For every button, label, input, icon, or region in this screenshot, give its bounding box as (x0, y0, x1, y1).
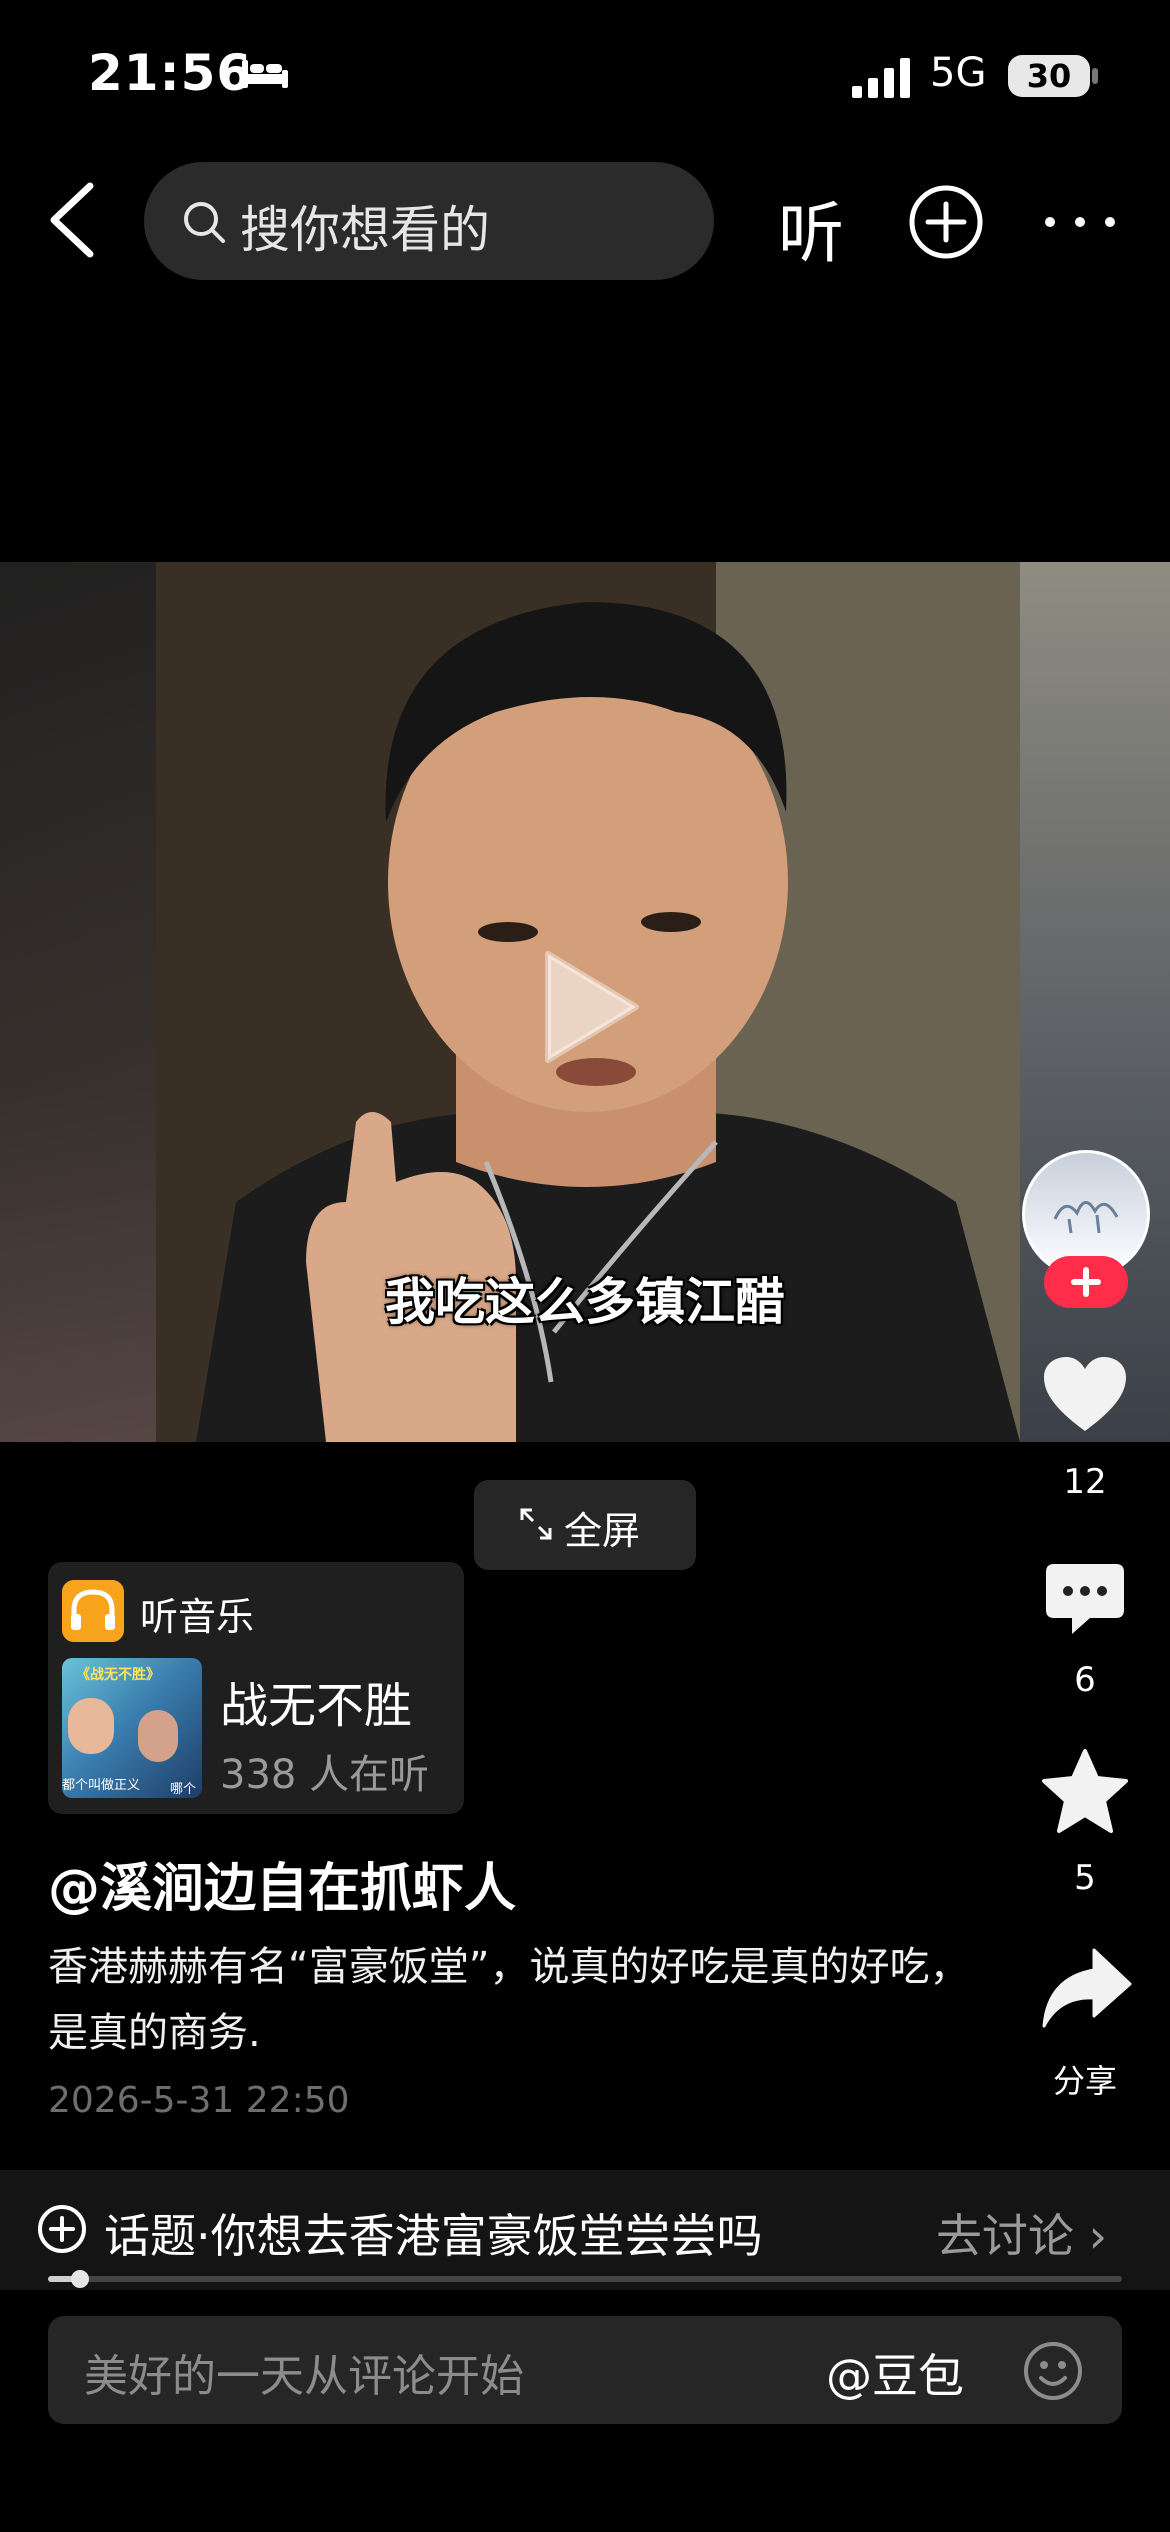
fullscreen-label: 全屏 (564, 1509, 641, 1553)
emoji-icon[interactable] (1022, 2340, 1084, 2402)
video-progress-track[interactable] (48, 2276, 1122, 2282)
comment-icon[interactable] (1042, 1560, 1128, 1640)
expand-icon (520, 1508, 552, 1540)
post-date: 2026-5-31 22:50 (48, 2080, 350, 2121)
cover-face-left (68, 1698, 114, 1754)
song-title: 战无不胜 (220, 1678, 413, 1734)
favorite-count: 5 (1074, 1858, 1096, 1898)
signal-icon (852, 58, 910, 98)
status-time: 21:56 (88, 44, 253, 102)
search-icon (184, 202, 225, 243)
share-label[interactable]: 分享 (1020, 2056, 1150, 2102)
cover-caption-left: 都个叫做正义 (62, 1778, 141, 1793)
topic-text[interactable]: 话题·你想去香港富豪饭堂尝尝吗 (104, 2200, 763, 2266)
share-icon[interactable] (1040, 1946, 1132, 2030)
cover-title: 《战无不胜》 (76, 1667, 160, 1683)
cover-caption-right: 哪个 (170, 1782, 197, 1797)
video-subtitle: 我吃这么多镇江醋 (385, 1273, 785, 1331)
music-cover: 《战无不胜》 都个叫做正义 哪个 (62, 1658, 202, 1798)
post-description: 香港赫赫有名“富豪饭堂”，说真的好吃是真的好吃，是真的商务. (48, 1944, 970, 2056)
heart-icon[interactable] (1042, 1355, 1128, 1435)
music-header: 听音乐 (140, 1595, 255, 1639)
author-name[interactable]: @溪涧边自在抓虾人 (48, 1846, 516, 1921)
like-count: 12 (1063, 1462, 1107, 1502)
discuss-link[interactable]: 去讨论 › (936, 2200, 1107, 2266)
star-icon[interactable] (1040, 1748, 1130, 1834)
sleep-mode-icon (242, 60, 288, 88)
add-icon[interactable] (906, 182, 986, 262)
follow-button[interactable] (1044, 1256, 1128, 1308)
back-icon[interactable] (44, 178, 104, 262)
comment-count: 6 (1074, 1660, 1096, 1700)
topic-add-icon (38, 2205, 86, 2253)
more-icon[interactable] (1040, 210, 1120, 234)
battery-icon: 30 (1008, 55, 1090, 97)
comment-input[interactable]: 美好的一天从评论开始 (84, 2340, 524, 2404)
listen-button[interactable]: 听 (778, 180, 844, 276)
search-placeholder: 搜你想看的 (240, 201, 490, 259)
headphones-icon (62, 1580, 124, 1642)
cover-face-right (138, 1710, 178, 1762)
network-type: 5G (930, 50, 987, 96)
battery-nub (1092, 68, 1098, 84)
play-icon[interactable] (528, 942, 648, 1072)
listener-count: 338 人在听 (220, 1752, 430, 1798)
mention-button[interactable]: @豆包 (826, 2340, 964, 2406)
